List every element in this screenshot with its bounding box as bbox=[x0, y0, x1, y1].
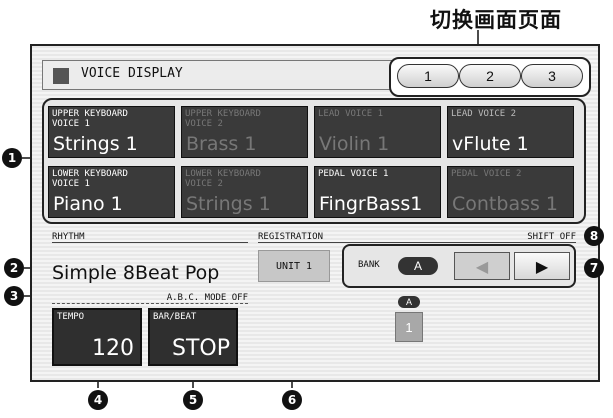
voice-name: Piano 1 bbox=[53, 193, 123, 215]
registration-title: REGISTRATION bbox=[258, 232, 324, 242]
voice-name: Contbass 1 bbox=[452, 193, 559, 215]
bar-beat-box[interactable]: BAR/BEAT STOP bbox=[148, 308, 238, 366]
tempo-box[interactable]: TEMPO 120 bbox=[52, 308, 142, 366]
callout-3: 3 bbox=[4, 286, 24, 306]
voice-lead-1[interactable]: LEAD VOICE 1 Violin 1 bbox=[314, 106, 441, 158]
voice-label: LOWER KEYBOARD VOICE 2 bbox=[185, 169, 261, 189]
voice-name: Strings 1 bbox=[53, 133, 138, 155]
registration-header: REGISTRATION SHIFT OFF bbox=[258, 232, 576, 243]
voice-label: PEDAL VOICE 1 bbox=[318, 169, 389, 179]
callout-4: 4 bbox=[88, 390, 108, 410]
bank-selector: BANK A ◀ ▶ bbox=[342, 244, 576, 288]
voice-label: PEDAL VOICE 2 bbox=[451, 169, 522, 179]
voice-display-panel: VOICE DISPLAY 1 2 3 UPPER KEYBOARD VOICE… bbox=[30, 44, 600, 382]
callout-8: 8 bbox=[584, 226, 604, 246]
voice-name: vFlute 1 bbox=[452, 133, 529, 155]
callout-5: 5 bbox=[183, 390, 203, 410]
voice-name: Strings 1 bbox=[186, 193, 271, 215]
voice-label: UPPER KEYBOARD VOICE 2 bbox=[185, 109, 261, 129]
voice-lead-2[interactable]: LEAD VOICE 2 vFlute 1 bbox=[447, 106, 574, 158]
title-bar: VOICE DISPLAY 1 2 3 bbox=[42, 57, 591, 97]
tempo-value: 120 bbox=[92, 336, 134, 361]
abc-mode-status: A.B.C. MODE OFF bbox=[52, 293, 248, 304]
voice-name: Violin 1 bbox=[319, 133, 390, 155]
voice-label: LEAD VOICE 2 bbox=[451, 109, 517, 119]
window-icon bbox=[53, 68, 69, 84]
voice-label: LEAD VOICE 1 bbox=[318, 109, 384, 119]
bar-beat-label: BAR/BEAT bbox=[153, 312, 197, 322]
voice-name: FingrBass1 bbox=[319, 193, 423, 215]
voice-pedal-2[interactable]: PEDAL VOICE 2 Contbass 1 bbox=[447, 166, 574, 218]
triangle-left-icon: ◀ bbox=[475, 256, 489, 276]
voice-name: Brass 1 bbox=[186, 133, 257, 155]
voice-upper-1[interactable]: UPPER KEYBOARD VOICE 1 Strings 1 bbox=[48, 106, 175, 158]
bank-next-button[interactable]: ▶ bbox=[514, 252, 570, 280]
tempo-label: TEMPO bbox=[57, 312, 85, 322]
window-title: VOICE DISPLAY bbox=[81, 66, 183, 81]
voice-lower-2[interactable]: LOWER KEYBOARD VOICE 2 Strings 1 bbox=[181, 166, 308, 218]
voice-grid: UPPER KEYBOARD VOICE 1 Strings 1 UPPER K… bbox=[42, 98, 586, 224]
page-button-3[interactable]: 3 bbox=[521, 64, 583, 88]
memory-slot-1[interactable]: 1 bbox=[395, 312, 423, 342]
memory-bank-indicator: A bbox=[398, 296, 420, 308]
bank-prev-button[interactable]: ◀ bbox=[454, 252, 510, 280]
callout-2: 2 bbox=[4, 258, 24, 278]
shift-status: SHIFT OFF bbox=[527, 232, 576, 242]
voice-label: UPPER KEYBOARD VOICE 1 bbox=[52, 109, 128, 129]
voice-label: LOWER KEYBOARD VOICE 1 bbox=[52, 169, 128, 189]
voice-lower-1[interactable]: LOWER KEYBOARD VOICE 1 Piano 1 bbox=[48, 166, 175, 218]
page-button-1[interactable]: 1 bbox=[397, 64, 459, 88]
page-button-2[interactable]: 2 bbox=[459, 64, 521, 88]
unit-button[interactable]: UNIT 1 bbox=[258, 250, 330, 282]
bar-beat-value: STOP bbox=[172, 336, 230, 361]
rhythm-header: RHYTHM bbox=[52, 232, 248, 243]
page-switcher: 1 2 3 bbox=[389, 57, 591, 97]
callout-1: 1 bbox=[2, 148, 22, 168]
callout-6: 6 bbox=[282, 390, 302, 410]
bank-label: BANK bbox=[358, 260, 380, 270]
bank-value: A bbox=[398, 257, 438, 275]
voice-pedal-1[interactable]: PEDAL VOICE 1 FingrBass1 bbox=[314, 166, 441, 218]
triangle-right-icon: ▶ bbox=[535, 256, 549, 276]
callout-7: 7 bbox=[584, 258, 604, 278]
rhythm-name[interactable]: Simple 8Beat Pop bbox=[52, 262, 219, 284]
voice-upper-2[interactable]: UPPER KEYBOARD VOICE 2 Brass 1 bbox=[181, 106, 308, 158]
